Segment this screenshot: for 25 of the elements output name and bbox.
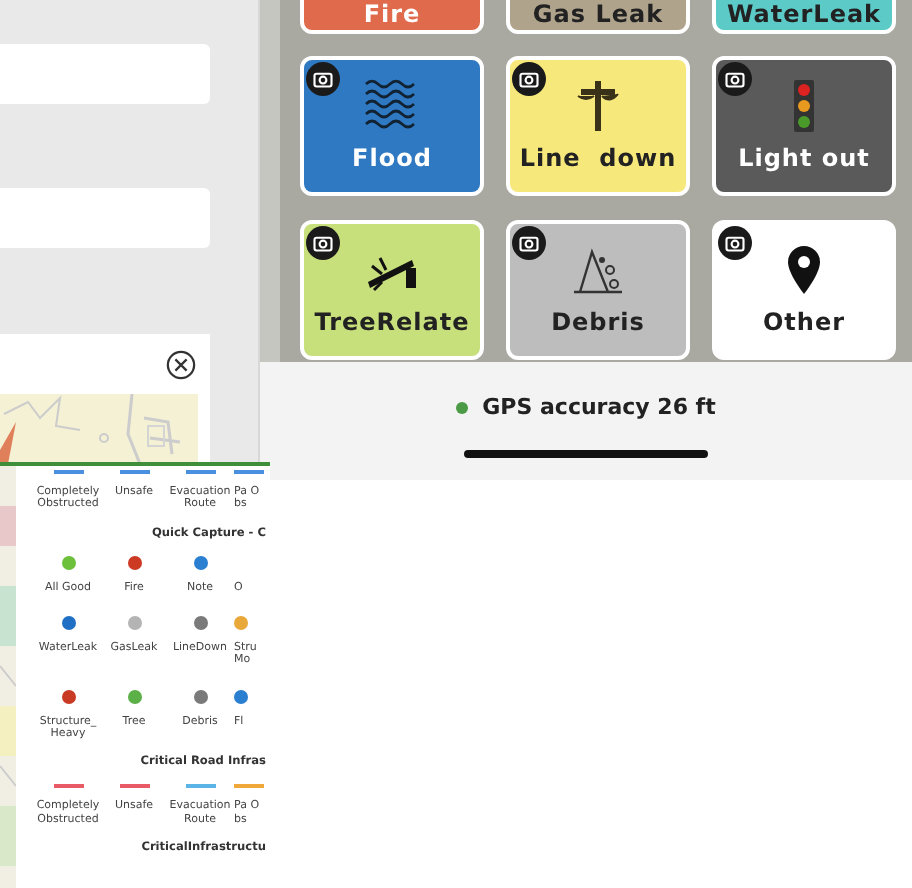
category-tile[interactable]: Debris bbox=[506, 219, 690, 360]
category-tile[interactable]: WaterLeak bbox=[712, 0, 896, 34]
category-tile[interactable]: Flood bbox=[300, 56, 484, 197]
tile-label: WaterLeak bbox=[726, 0, 882, 28]
close-icon[interactable] bbox=[166, 350, 196, 380]
tile-label: Line down bbox=[519, 144, 677, 173]
category-tile[interactable]: Other bbox=[712, 219, 896, 360]
category-tile[interactable]: TreeRelate bbox=[300, 219, 484, 360]
camera-icon[interactable] bbox=[512, 62, 546, 97]
category-tile[interactable]: Light out bbox=[712, 56, 896, 197]
tile-label: TreeRelate bbox=[314, 307, 470, 336]
category-tile[interactable]: Line down bbox=[506, 56, 690, 197]
camera-icon[interactable] bbox=[718, 62, 752, 97]
category-tile[interactable]: Gas Leak bbox=[506, 0, 690, 34]
tile-label: Gas Leak bbox=[532, 0, 664, 28]
gps-accuracy-text: GPS accuracy 26 ft bbox=[482, 394, 716, 420]
camera-icon[interactable] bbox=[718, 225, 752, 260]
camera-icon[interactable] bbox=[306, 62, 340, 97]
camera-icon[interactable] bbox=[306, 225, 340, 260]
tile-label: Fire bbox=[363, 0, 421, 28]
tile-label: Flood bbox=[352, 144, 432, 173]
camera-icon[interactable] bbox=[512, 225, 546, 260]
tile-label: Light out bbox=[738, 144, 870, 173]
tile-label: Debris bbox=[551, 307, 645, 336]
tile-label: Other bbox=[762, 307, 846, 336]
